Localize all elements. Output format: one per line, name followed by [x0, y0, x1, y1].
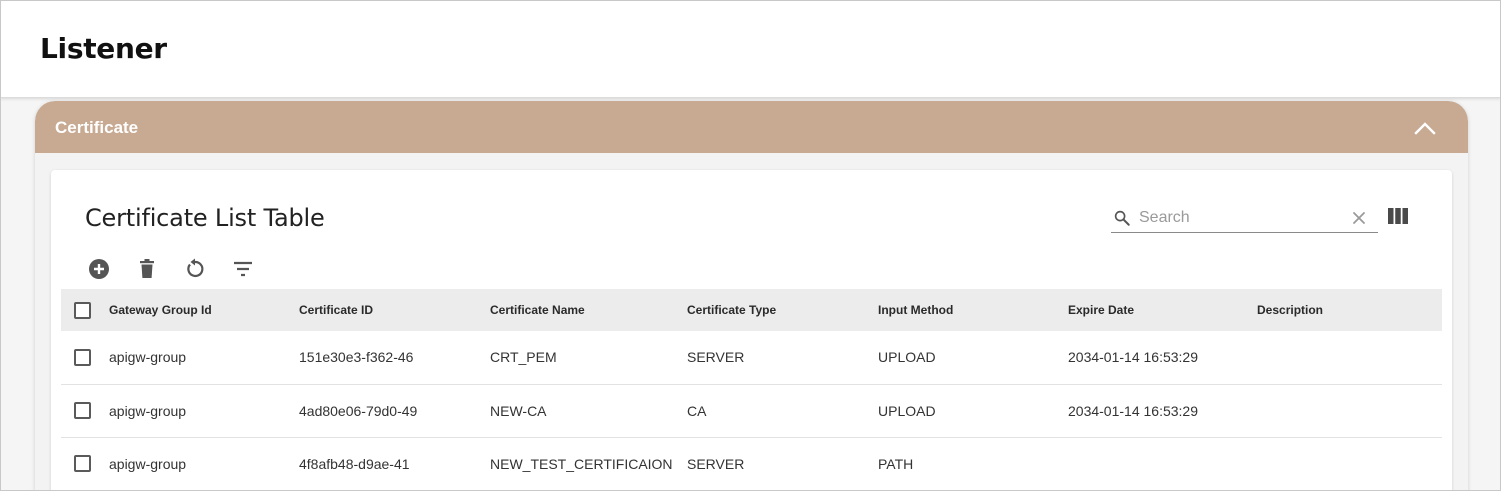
cell-expire-date: 2034-01-14 16:53:29	[1068, 384, 1257, 438]
table-row[interactable]: apigw-group 151e30e3-f362-46 CRT_PEM SER…	[61, 331, 1442, 385]
search-input[interactable]	[1139, 206, 1344, 230]
row-checkbox[interactable]	[74, 455, 91, 473]
cell-description	[1257, 384, 1442, 438]
certificate-list-card: Certificate List Table Search Gateway Gr…	[51, 170, 1452, 491]
cell-input-method: UPLOAD	[878, 384, 1068, 438]
panel-title: Certificate	[55, 118, 139, 137]
column-header-description[interactable]: Description	[1257, 289, 1442, 331]
row-checkbox[interactable]	[74, 349, 91, 367]
cell-certificate-name: NEW-CA	[490, 384, 687, 438]
cell-certificate-name: NEW_TEST_CERTIFICAION	[490, 437, 687, 491]
cell-certificate-name: CRT_PEM	[490, 331, 687, 385]
column-header-expire-date[interactable]: Expire Date	[1068, 289, 1257, 331]
certificate-panel: Certificate Certificate List Table Searc…	[35, 101, 1468, 491]
select-all-checkbox[interactable]	[74, 301, 91, 319]
cell-certificate-id: 151e30e3-f362-46	[299, 331, 490, 385]
close-icon[interactable]	[1352, 211, 1366, 225]
cell-expire-date	[1068, 437, 1257, 491]
row-select-cell	[61, 437, 109, 491]
cell-description	[1257, 331, 1442, 385]
row-select-cell	[61, 331, 109, 385]
certificate-table: Gateway Group Id Certificate ID Certific…	[61, 289, 1442, 491]
column-header-input-method[interactable]: Input Method	[878, 289, 1068, 331]
cell-description	[1257, 437, 1442, 491]
cell-expire-date: 2034-01-14 16:53:29	[1068, 331, 1257, 385]
chevron-up-icon[interactable]	[1412, 115, 1438, 141]
page-header: Listener	[0, 0, 1501, 98]
delete-icon[interactable]	[135, 257, 159, 281]
filter-icon[interactable]	[231, 257, 255, 281]
cell-gateway-group-id: apigw-group	[109, 437, 299, 491]
column-header-certificate-name[interactable]: Certificate Name	[490, 289, 687, 331]
row-select-cell	[61, 384, 109, 438]
row-checkbox[interactable]	[74, 402, 91, 420]
refresh-icon[interactable]	[183, 257, 207, 281]
cell-input-method: UPLOAD	[878, 331, 1068, 385]
table-header-row: Gateway Group Id Certificate ID Certific…	[61, 289, 1442, 331]
column-header-certificate-id[interactable]: Certificate ID	[299, 289, 490, 331]
cell-certificate-id: 4f8afb48-d9ae-41	[299, 437, 490, 491]
column-header-certificate-type[interactable]: Certificate Type	[687, 289, 878, 331]
table-row[interactable]: apigw-group 4f8afb48-d9ae-41 NEW_TEST_CE…	[61, 437, 1442, 491]
cell-gateway-group-id: apigw-group	[109, 331, 299, 385]
cell-certificate-type: CA	[687, 384, 878, 438]
table-row[interactable]: apigw-group 4ad80e06-79d0-49 NEW-CA CA U…	[61, 384, 1442, 438]
select-all-cell	[61, 289, 109, 331]
cell-certificate-id: 4ad80e06-79d0-49	[299, 384, 490, 438]
search-box	[1111, 204, 1378, 233]
table-title: Certificate List Table	[85, 204, 325, 232]
cell-certificate-type: SERVER	[687, 331, 878, 385]
view-columns-icon[interactable]	[1388, 208, 1408, 224]
cell-gateway-group-id: apigw-group	[109, 384, 299, 438]
add-circle-icon[interactable]	[87, 257, 111, 281]
cell-input-method: PATH	[878, 437, 1068, 491]
page-title: Listener	[40, 32, 167, 65]
search-icon	[1114, 210, 1130, 226]
panel-header[interactable]: Certificate	[35, 101, 1468, 153]
column-header-gateway-group-id[interactable]: Gateway Group Id	[109, 289, 299, 331]
cell-certificate-type: SERVER	[687, 437, 878, 491]
